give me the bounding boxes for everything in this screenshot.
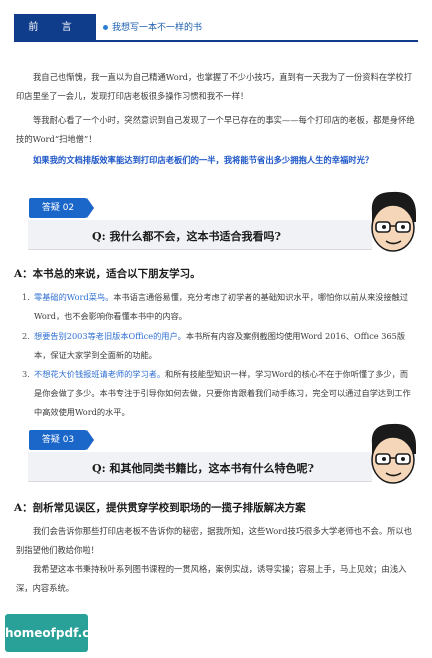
qa2-answer: A：剖析常见误区，提供贯穿学校到职场的一揽子排版解决方案	[14, 502, 306, 514]
qa-tag-arrow	[87, 198, 94, 218]
qa-tag-arrow	[87, 430, 94, 450]
qa2-paragraph-2: 我希望这本书秉持秋叶系列图书课程的一贯风格，案例实战，诱导实操；容易上手，马上见…	[16, 560, 416, 598]
intro-paragraph-2: 等我耐心看了一个小时，突然意识到自己发现了一个早已存在的事实——每个打印店的老板…	[16, 111, 416, 149]
qa2-paragraph-1: 我们会告诉你那些打印店老板不告诉你的秘密，据我所知，这些Word技巧很多大学老师…	[16, 522, 416, 560]
cartoon-face-icon	[371, 423, 416, 484]
cartoon-face-icon	[371, 191, 416, 252]
header-subtitle: 我想写一本不一样的书	[112, 23, 203, 33]
list-item-number: 1.	[22, 292, 30, 302]
watermark-badge: homeofpdf.com	[5, 614, 110, 652]
qa-tag: 答疑 02	[29, 198, 87, 218]
intro-paragraph-1: 我自己也惭愧，我一直以为自己精通Word，也掌握了不少小技巧，直到有一天我为了一…	[16, 68, 416, 106]
qa2-paragraph-2-text: 我希望这本书秉持秋叶系列图书课程的一贯风格，案例实战，诱导实操；容易上手，马上见…	[16, 564, 407, 593]
qa-question: Q: 我什么都不会，这本书适合我看吗?	[92, 230, 281, 243]
qa1-answer: A：本书总的来说，适合以下朋友学习。	[14, 268, 201, 280]
qa2-paragraph-1-text: 我们会告诉你那些打印店老板不告诉你的秘密，据我所知，这些Word技巧很多大学老师…	[16, 526, 413, 555]
qa-block-02: 答疑 02 Q: 我什么都不会，这本书适合我看吗?	[0, 188, 432, 252]
intro-paragraph-1-text: 我自己也惭愧，我一直以为自己精通Word，也掌握了不少小技巧，直到有一天我为了一…	[16, 72, 413, 101]
intro-highlight-text: 如果我的文档排版效率能达到打印店老板们的一半，我将能节省出多少拥抱人生的幸福时光…	[33, 155, 374, 165]
list-item-number: 3.	[22, 369, 30, 379]
header-tab: 前 言	[14, 14, 96, 42]
qa-tag: 答疑 03	[29, 430, 87, 450]
list-item: 2. 想要告别2003等老旧版本Office的用户。本书所有内容及案例截图均使用…	[22, 327, 414, 365]
list-item-number: 2.	[22, 331, 30, 341]
list-item-lead: 不想花大价钱报班请老师的学习者。	[34, 369, 166, 379]
intro-paragraph-2-text: 等我耐心看了一个小时，突然意识到自己发现了一个早已存在的事实——每个打印店的老板…	[16, 115, 415, 144]
list-item-lead: 零基础的Word菜鸟。	[34, 292, 114, 302]
list-item: 3. 不想花大价钱报班请老师的学习者。和所有技能型知识一样，学习Word的核心不…	[22, 365, 414, 422]
qa-question: Q: 和其他同类书籍比，这本书有什么特色呢?	[92, 462, 314, 475]
list-item: 1. 零基础的Word菜鸟。本书语言通俗易懂，充分考虑了初学者的基础知识水平，哪…	[22, 288, 414, 326]
qa-block-03: 答疑 03 Q: 和其他同类书籍比，这本书有什么特色呢?	[0, 420, 432, 484]
intro-highlight: 如果我的文档排版效率能达到打印店老板们的一半，我将能节省出多少拥抱人生的幸福时光…	[16, 151, 416, 170]
chapter-header: 前 言 我想写一本不一样的书	[14, 14, 418, 42]
header-rule	[96, 40, 418, 42]
bullet-dot-icon	[103, 25, 108, 30]
list-item-lead: 想要告别2003等老旧版本Office的用户。	[34, 331, 186, 341]
